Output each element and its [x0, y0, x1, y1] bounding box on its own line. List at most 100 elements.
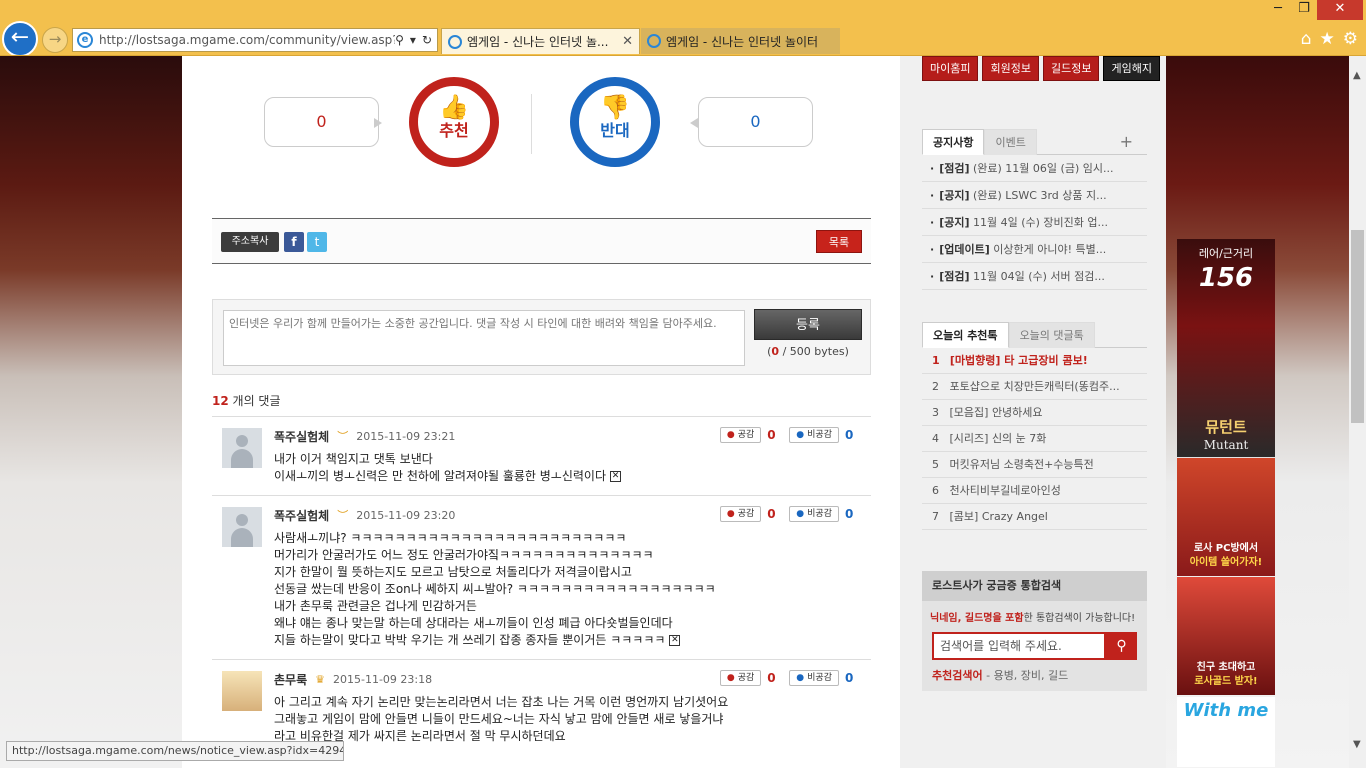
search-desc: 닉네임, 길드명을 포함한 통합검색이 가능합니다!: [930, 613, 1136, 624]
comment-author[interactable]: 폭주실험체: [274, 428, 329, 445]
vertical-scrollbar[interactable]: ▲ ▼: [1349, 56, 1366, 768]
ie-icon: e: [77, 32, 93, 48]
comment-input[interactable]: [223, 310, 745, 366]
comment-text: 아 그리고 계속 자기 논리만 맞는논리라면서 너는 잡초 나는 거목 이런 명…: [274, 695, 729, 743]
member-buttons: 마이홈피 회원정보 길드정보 게임해지: [922, 56, 1160, 81]
non-empathy-count: 0: [845, 507, 854, 521]
myhome-button[interactable]: 마이홈피: [922, 56, 979, 81]
delete-icon[interactable]: ✕: [610, 471, 622, 482]
comment-list: 폭주실험체 ︶ 2015-11-09 23:21 공감 0 비공감 0 내가 이…: [212, 416, 871, 755]
ad-banner-invite[interactable]: 친구 초대하고 로사골드 받자!: [1177, 577, 1275, 695]
address-url[interactable]: http://lostsaga.mgame.com/community/view…: [99, 33, 395, 47]
like-button[interactable]: 👍 추천: [409, 77, 499, 167]
ad-banner-withme[interactable]: With me: [1177, 697, 1275, 767]
recommend-box: 오늘의 추천톡 오늘의 댓글톡 1 [마법향령] 타 고급장비 콤보! 2 포토…: [922, 322, 1147, 530]
scroll-up-icon[interactable]: ▲: [1353, 70, 1361, 81]
home-icon[interactable]: ⌂: [1301, 29, 1312, 49]
non-empathy-button[interactable]: 비공감: [789, 506, 839, 522]
recommend-item[interactable]: 3 [모음집] 안녕하세요: [922, 400, 1147, 426]
non-empathy-button[interactable]: 비공감: [789, 427, 839, 443]
ad-banner-mutant[interactable]: 레어/근거리 156 뮤턴트 Mutant: [1177, 239, 1275, 457]
game-cancel-button[interactable]: 게임해지: [1103, 56, 1160, 81]
dislike-button[interactable]: 👎 반대: [570, 77, 660, 167]
copy-url-button[interactable]: 주소복사: [221, 232, 279, 252]
minimize-icon[interactable]: ─: [1265, 0, 1291, 20]
restore-icon[interactable]: ❐: [1291, 0, 1317, 20]
search-input[interactable]: 검색어를 입력해 주세요.: [932, 632, 1106, 660]
comment-form: 등록 (0 / 500 bytes): [212, 299, 871, 375]
comment-author[interactable]: 촌무룩: [274, 671, 307, 688]
avatar: [222, 507, 262, 547]
divider: [531, 94, 532, 154]
tab-title: 엠게임 - 신나는 인터넷 놀...: [467, 35, 609, 49]
comment-item: 폭주실험체 ︶ 2015-11-09 23:21 공감 0 비공감 0 내가 이…: [212, 416, 871, 495]
address-bar[interactable]: e http://lostsaga.mgame.com/community/vi…: [72, 28, 438, 52]
close-tab-icon[interactable]: ✕: [622, 34, 633, 49]
member-info-button[interactable]: 회원정보: [982, 56, 1039, 81]
empathy-count: 0: [767, 428, 776, 442]
status-bar-url: http://lostsaga.mgame.com/news/notice_vi…: [6, 741, 344, 761]
non-empathy-count: 0: [845, 671, 854, 685]
empathy-button[interactable]: 공감: [719, 670, 762, 686]
twitter-icon[interactable]: t: [307, 232, 327, 252]
scroll-down-icon[interactable]: ▼: [1353, 739, 1361, 750]
dropdown-icon[interactable]: ▾: [410, 33, 416, 47]
notice-item[interactable]: [점검] (완료) 11월 06일 (금) 임시...: [922, 155, 1147, 182]
more-icon[interactable]: +: [1110, 129, 1143, 155]
byte-counter: (0 / 500 bytes): [767, 345, 849, 358]
forward-button[interactable]: →: [42, 27, 68, 53]
comment-text: 내가 이거 책임지고 댓톡 보낸다 이새ㅗ끼의 병ㅗ신력은 만 천하에 알려져야…: [274, 452, 607, 483]
empathy-button[interactable]: 공감: [719, 427, 762, 443]
rank-icon: ︶: [337, 430, 349, 443]
notice-item[interactable]: [점검] 11월 04일 (수) 서버 점검...: [922, 263, 1147, 290]
search-icon[interactable]: ⚲: [395, 33, 404, 47]
recommend-item[interactable]: 6 천사티비부길네로아인성: [922, 478, 1147, 504]
background-art-left: [0, 56, 182, 768]
list-button[interactable]: 목록: [816, 230, 862, 253]
notice-item[interactable]: [공지] 11월 4일 (수) 장비진화 업...: [922, 209, 1147, 236]
thumbs-down-icon: 👎: [600, 93, 630, 121]
ad-banner-pcroom[interactable]: 로사 PC방에서 아이템 쓸어가자!: [1177, 458, 1275, 576]
comment-count: 12 개의 댓글: [212, 394, 281, 408]
comment-time: 2015-11-09 23:21: [356, 429, 456, 443]
tab-event[interactable]: 이벤트: [984, 129, 1037, 155]
comment-author[interactable]: 폭주실험체: [274, 507, 329, 524]
browser-right-icons: ⌂ ★ ⚙: [1301, 29, 1358, 49]
recommend-item[interactable]: 7 [콤보] Crazy Angel: [922, 504, 1147, 530]
share-bar: 주소복사 f t 목록: [212, 218, 871, 264]
tab-active[interactable]: 엠게임 - 신나는 인터넷 놀... ✕: [441, 28, 640, 54]
back-button[interactable]: ←: [2, 21, 38, 57]
avatar: [222, 428, 262, 468]
scroll-thumb[interactable]: [1351, 230, 1364, 423]
recommend-item[interactable]: 5 머킷유저님 소령축전+수능특전: [922, 452, 1147, 478]
facebook-icon[interactable]: f: [284, 232, 304, 252]
tab-today-comment[interactable]: 오늘의 댓글톡: [1008, 322, 1095, 348]
notice-item[interactable]: [업데이트] 이상한게 아니야! 특별...: [922, 236, 1147, 263]
notice-item[interactable]: [공지] (완료) LSWC 3rd 상품 지...: [922, 182, 1147, 209]
tab-inactive[interactable]: 엠게임 - 신나는 인터넷 놀이터: [641, 28, 840, 54]
submit-comment-button[interactable]: 등록: [754, 309, 862, 340]
comment-time: 2015-11-09 23:20: [356, 508, 456, 522]
rank-icon: ︶: [337, 509, 349, 522]
recommend-item[interactable]: 1 [마법향령] 타 고급장비 콤보!: [922, 348, 1147, 374]
settings-gear-icon[interactable]: ⚙: [1343, 29, 1358, 49]
comment-item: 폭주실험체 ︶ 2015-11-09 23:20 공감 0 비공감 0 사람새ㅗ…: [212, 495, 871, 659]
empathy-count: 0: [767, 671, 776, 685]
delete-icon[interactable]: ✕: [669, 635, 681, 646]
tab-notice[interactable]: 공지사항: [922, 129, 985, 155]
search-button[interactable]: ⚲: [1106, 632, 1137, 660]
favorites-star-icon[interactable]: ★: [1320, 29, 1335, 49]
comment-text: 사람새ㅗ끼냐? ㅋㅋㅋㅋㅋㅋㅋㅋㅋㅋㅋㅋㅋㅋㅋㅋㅋㅋㅋㅋㅋㅋㅋㅋㅋ 머가리가 안…: [274, 531, 716, 647]
tab-today-recommend[interactable]: 오늘의 추천톡: [922, 322, 1009, 348]
like-label: 추천: [439, 121, 469, 140]
like-count-bubble: 0: [264, 97, 382, 147]
non-empathy-count: 0: [845, 428, 854, 442]
non-empathy-button[interactable]: 비공감: [789, 670, 839, 686]
recommend-item[interactable]: 4 [시리즈] 신의 눈 7화: [922, 426, 1147, 452]
page-viewport: 0 👍 추천 👎 반대 0 주소복사 f t 목록 등록 (0 / 500 by…: [0, 56, 1349, 768]
guild-info-button[interactable]: 길드정보: [1042, 56, 1100, 81]
refresh-icon[interactable]: ↻: [422, 33, 432, 47]
empathy-button[interactable]: 공감: [719, 506, 762, 522]
recommend-item[interactable]: 2 포토샵으로 치장만든캐릭터(똥컴주...: [922, 374, 1147, 400]
close-window-icon[interactable]: ✕: [1317, 0, 1363, 20]
